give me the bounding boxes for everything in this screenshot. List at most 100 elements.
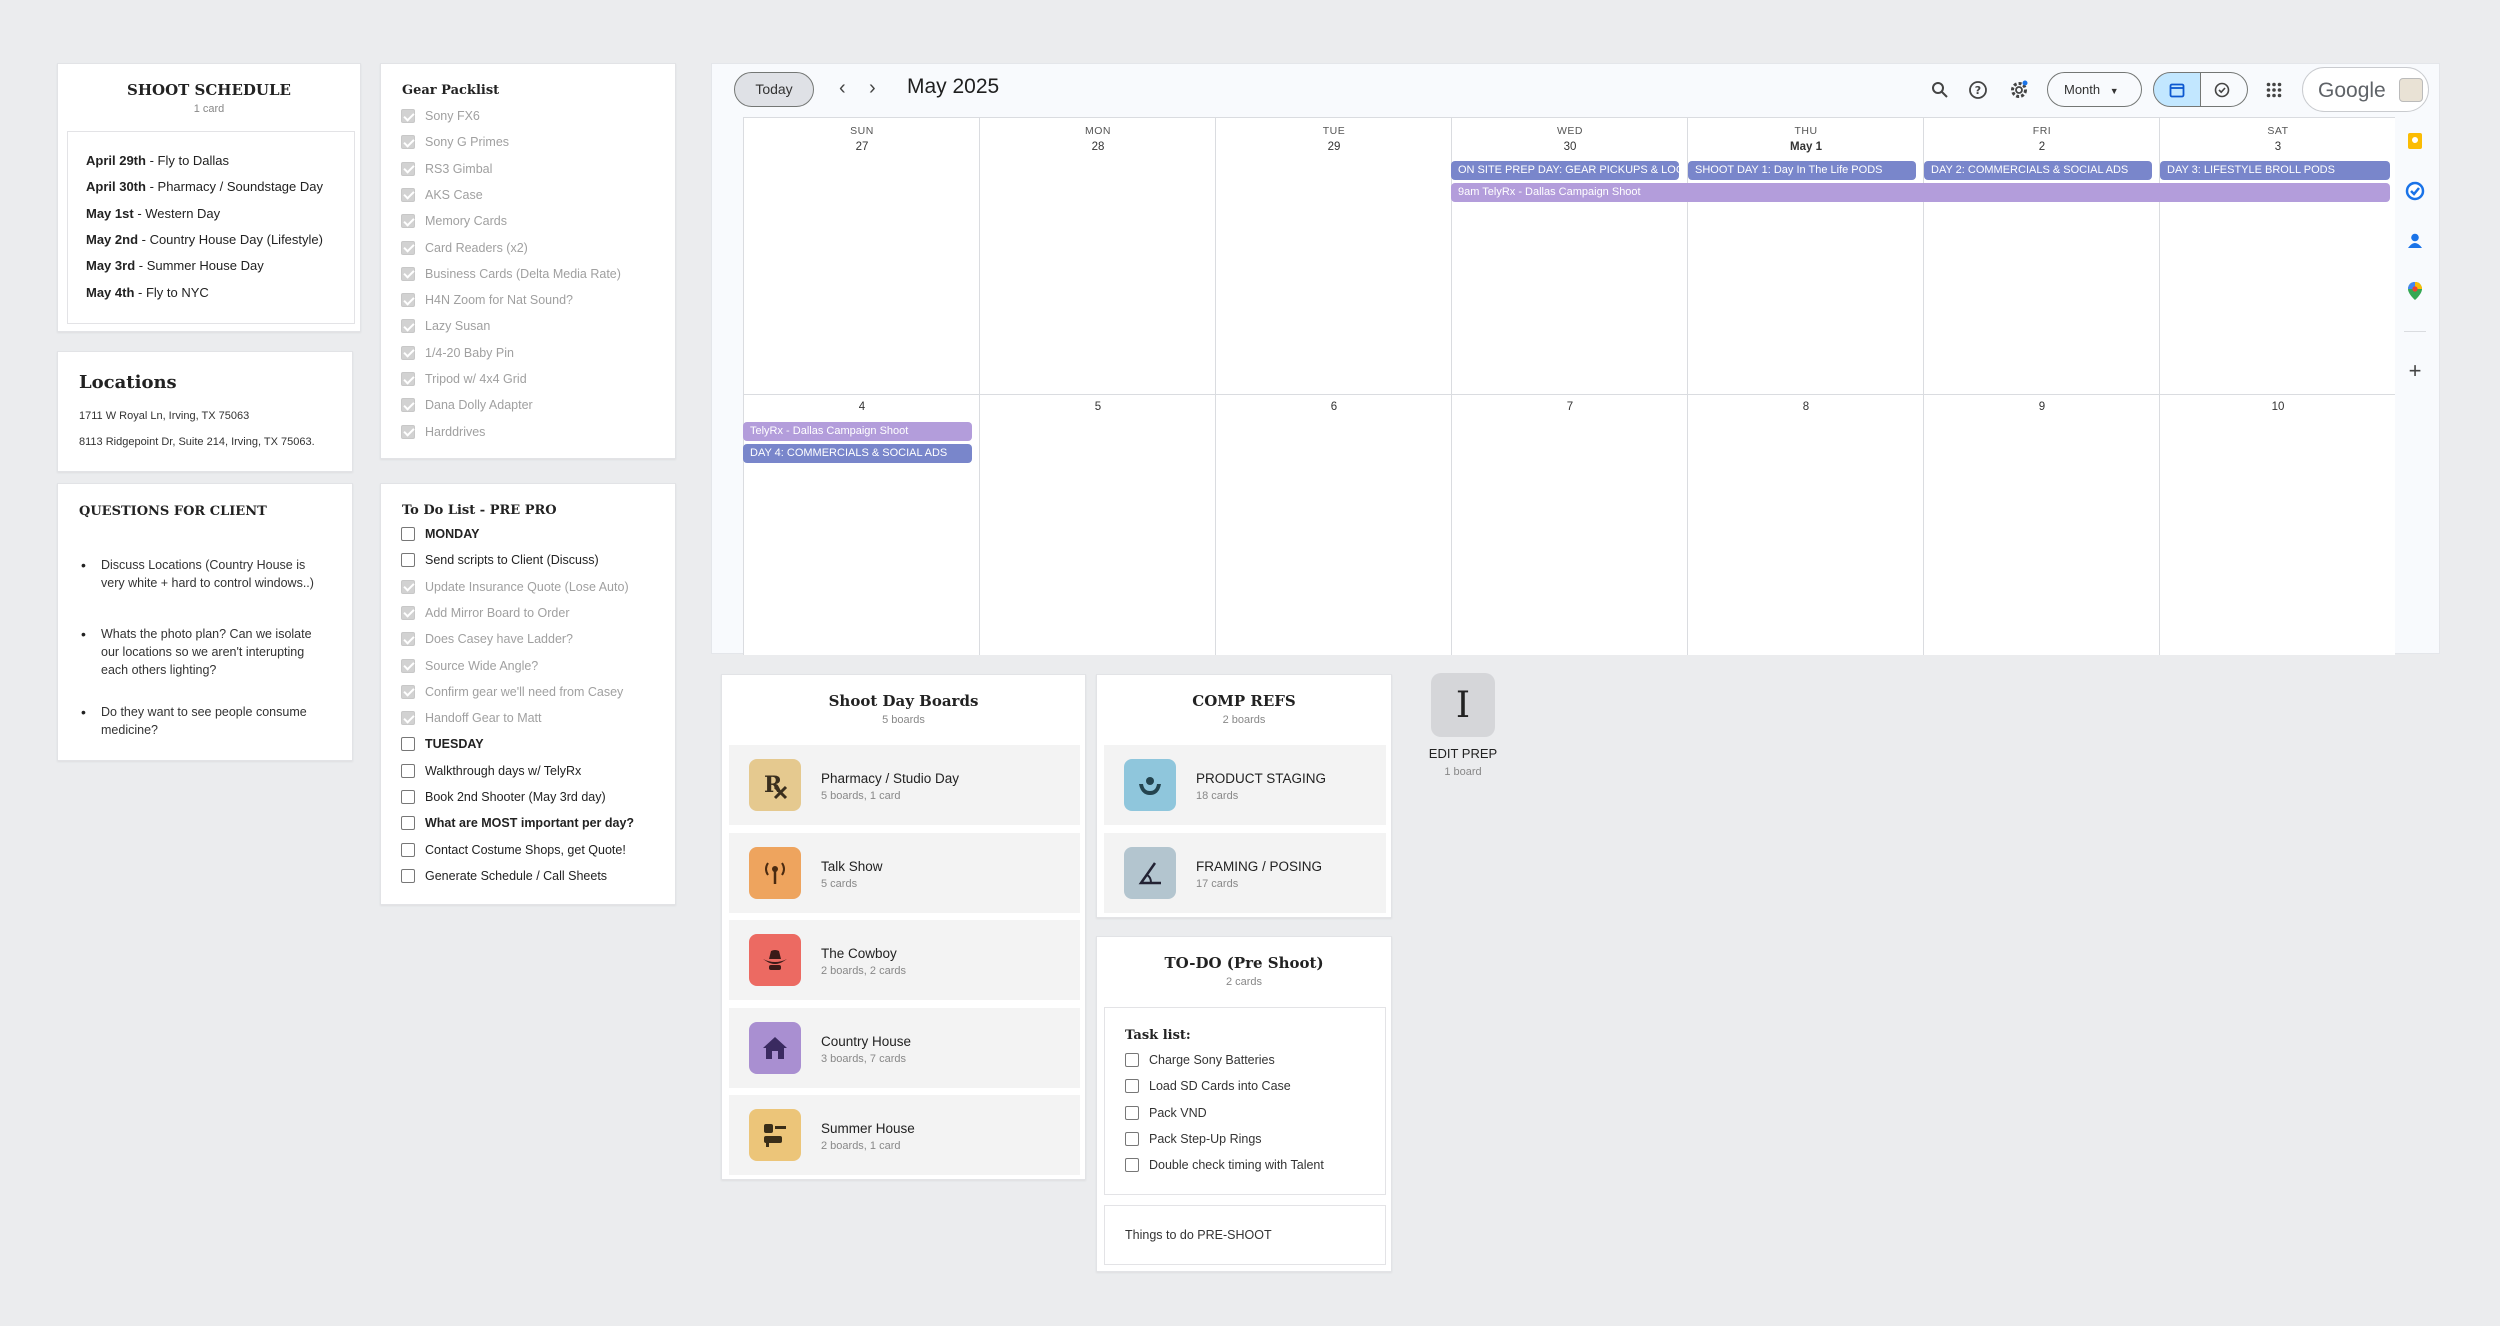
todo-item[interactable]: Handoff Gear to Matt <box>401 710 542 726</box>
checked-checkbox[interactable] <box>401 293 415 308</box>
day-number[interactable]: 30 <box>1452 141 1688 153</box>
board-row[interactable]: Country House 3 boards, 7 cards <box>729 1007 1080 1088</box>
checkbox[interactable] <box>1125 1158 1139 1173</box>
checked-checkbox[interactable] <box>401 319 415 334</box>
calendar-event[interactable]: TelyRx - Dallas Campaign Shoot <box>743 422 972 441</box>
add-addon-icon[interactable]: + <box>2405 360 2425 382</box>
todo-item[interactable]: Contact Costume Shops, get Quote! <box>401 842 626 858</box>
day-cell[interactable]: 5 <box>979 394 1215 655</box>
gear-item[interactable]: Sony G Primes <box>401 134 509 150</box>
gear-item[interactable]: H4N Zoom for Nat Sound? <box>401 292 573 308</box>
day-number[interactable]: 6 <box>1216 401 1452 413</box>
checked-checkbox[interactable] <box>401 372 415 386</box>
checkbox[interactable] <box>401 553 415 568</box>
checkbox[interactable] <box>1125 1053 1139 1067</box>
day-number[interactable]: 4 <box>744 401 980 413</box>
day-cell[interactable]: TUE 29 <box>1215 117 1451 394</box>
checked-checkbox[interactable] <box>401 214 415 229</box>
maps-icon[interactable] <box>2405 281 2425 301</box>
todo-item[interactable]: Book 2nd Shooter (May 3rd day) <box>401 789 606 805</box>
checked-checkbox[interactable] <box>401 240 415 255</box>
day-number[interactable]: 9 <box>1924 401 2160 413</box>
todo-item[interactable]: Send scripts to Client (Discuss) <box>401 552 599 568</box>
locations-card[interactable]: Locations 1711 W Royal Ln, Irving, TX 75… <box>57 351 353 472</box>
todo-prepro-card[interactable]: To Do List - PRE PRO MONDAY Send scripts … <box>380 483 676 905</box>
checked-checkbox[interactable] <box>401 632 415 647</box>
checked-checkbox[interactable] <box>401 605 415 620</box>
preshoot-note[interactable]: Things to do PRE-SHOOT <box>1104 1205 1386 1265</box>
checked-checkbox[interactable] <box>401 135 415 150</box>
day-cell[interactable]: SUN 27 <box>743 117 979 394</box>
gear-item[interactable]: Dana Dolly Adapter <box>401 397 533 413</box>
day-number[interactable]: 29 <box>1216 141 1452 153</box>
keep-icon[interactable] <box>2405 131 2425 151</box>
gear-item[interactable]: Card Readers (x2) <box>401 240 528 256</box>
help-icon[interactable]: ? <box>1966 78 1990 102</box>
checked-checkbox[interactable] <box>401 711 415 726</box>
day-cell[interactable]: SAT 3 <box>2159 117 2395 394</box>
contacts-icon[interactable] <box>2405 231 2425 251</box>
checkbox[interactable] <box>401 790 415 804</box>
checked-checkbox[interactable] <box>401 684 415 699</box>
todo-item[interactable]: TUESDAY <box>401 736 484 752</box>
prev-month-icon[interactable]: ‹ <box>839 78 846 98</box>
gear-item[interactable]: Harddrives <box>401 424 485 440</box>
shoot-day-boards-card[interactable]: Shoot Day Boards 5 boards R Pharmacy / St… <box>721 674 1086 1180</box>
edit-prep-board-icon[interactable]: I <box>1431 673 1495 737</box>
checked-checkbox[interactable] <box>401 161 415 176</box>
gear-item[interactable]: Tripod w/ 4x4 Grid <box>401 371 527 387</box>
checked-checkbox[interactable] <box>401 658 415 673</box>
todo-item[interactable]: Walkthrough days w/ TelyRx <box>401 763 581 779</box>
day-number[interactable]: 28 <box>980 141 1216 153</box>
calendar-event[interactable]: SHOOT DAY 1: Day In The Life PODS <box>1688 161 1916 180</box>
calendar-event[interactable]: DAY 2: COMMERCIALS & SOCIAL ADS <box>1924 161 2152 180</box>
checked-checkbox[interactable] <box>401 187 415 202</box>
day-cell[interactable]: WED 30 <box>1451 117 1687 394</box>
board-row[interactable]: The Cowboy 2 boards, 2 cards <box>729 920 1080 1000</box>
search-icon[interactable] <box>1928 78 1952 102</box>
today-button[interactable]: Today <box>734 72 814 107</box>
settings-gear-icon[interactable] <box>2007 78 2031 102</box>
google-calendar-embed[interactable]: Today ‹ › May 2025 ? Month ▼ Google SUN 2… <box>711 63 2440 655</box>
gear-item[interactable]: 1/4-20 Baby Pin <box>401 345 514 361</box>
board-row[interactable]: FRAMING / POSING 17 cards <box>1104 832 1386 913</box>
checkbox[interactable] <box>401 737 415 752</box>
calendar-view-toggle[interactable] <box>2153 72 2201 107</box>
day-cell[interactable]: 10 <box>2159 394 2395 655</box>
next-month-icon[interactable]: › <box>869 78 876 98</box>
comp-refs-card[interactable]: COMP REFS 2 boards PRODUCT STAGING 18 car… <box>1096 674 1392 918</box>
day-number[interactable]: 7 <box>1452 401 1688 413</box>
shoot-schedule-card[interactable]: SHOOT SCHEDULE 1 card April 29th - Fly t… <box>57 63 361 332</box>
checkbox[interactable] <box>401 842 415 857</box>
gear-packlist-card[interactable]: Gear Packlist Sony FX6 Sony G Primes RS3 G… <box>380 63 676 459</box>
todo-item[interactable]: Confirm gear we'll need from Casey <box>401 684 623 700</box>
checkbox[interactable] <box>401 816 415 831</box>
calendar-event[interactable]: DAY 4: COMMERCIALS & SOCIAL ADS <box>743 444 972 463</box>
day-cell[interactable]: THU May 1 <box>1687 117 1923 394</box>
board-row[interactable]: Summer House 2 boards, 1 card <box>729 1095 1080 1175</box>
day-cell[interactable]: MON 28 <box>979 117 1215 394</box>
tasks-icon[interactable] <box>2405 181 2425 201</box>
gear-item[interactable]: Sony FX6 <box>401 108 480 124</box>
day-number[interactable]: 8 <box>1688 401 1924 413</box>
view-select-month[interactable]: Month ▼ <box>2047 72 2142 107</box>
task-item[interactable]: Pack VND <box>1125 1105 1207 1121</box>
checkbox[interactable] <box>1125 1079 1139 1094</box>
todo-item[interactable]: What are MOST important per day? <box>401 815 634 831</box>
day-number[interactable]: May 1 <box>1688 141 1924 153</box>
day-cell[interactable]: FRI 2 <box>1923 117 2159 394</box>
todo-item[interactable]: Source Wide Angle? <box>401 658 538 674</box>
todo-item[interactable]: Update Insurance Quote (Lose Auto) <box>401 579 629 595</box>
checked-checkbox[interactable] <box>401 109 415 123</box>
todo-item[interactable]: MONDAY <box>401 526 479 542</box>
gear-item[interactable]: Memory Cards <box>401 213 507 229</box>
task-item[interactable]: Double check timing with Talent <box>1125 1157 1324 1173</box>
checkbox[interactable] <box>401 868 415 883</box>
checkbox[interactable] <box>1125 1131 1139 1146</box>
day-number[interactable]: 2 <box>1924 141 2160 153</box>
apps-grid-icon[interactable] <box>2262 78 2286 102</box>
todo-item[interactable]: Does Casey have Ladder? <box>401 631 573 647</box>
gear-item[interactable]: Lazy Susan <box>401 318 490 334</box>
checkbox[interactable] <box>1125 1105 1139 1120</box>
checked-checkbox[interactable] <box>401 579 415 594</box>
